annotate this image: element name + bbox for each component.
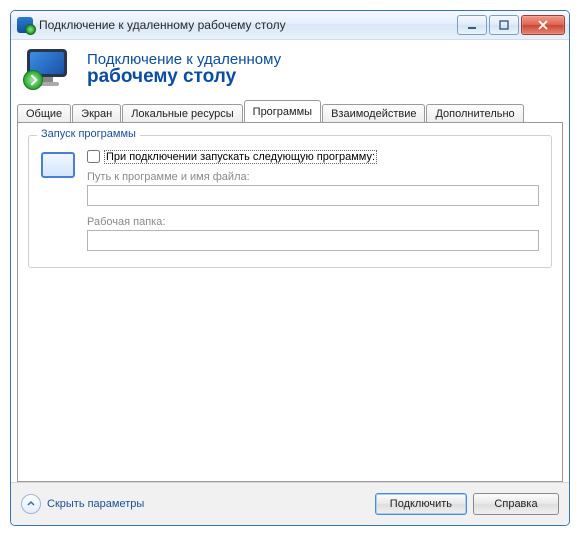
tab-local-resources[interactable]: Локальные ресурсы bbox=[122, 104, 242, 123]
hide-options-label[interactable]: Скрыть параметры bbox=[47, 498, 144, 510]
tab-panel-programs: Запуск программы При подключении запуска… bbox=[17, 122, 563, 482]
header-line-1: Подключение к удаленному bbox=[87, 51, 281, 68]
program-window-icon bbox=[41, 152, 75, 178]
tab-general[interactable]: Общие bbox=[17, 104, 71, 123]
minimize-button[interactable] bbox=[457, 15, 487, 35]
connect-button[interactable]: Подключить bbox=[375, 493, 467, 515]
start-program-checkbox[interactable] bbox=[87, 150, 100, 163]
maximize-button[interactable] bbox=[489, 15, 519, 35]
group-legend: Запуск программы bbox=[37, 128, 140, 140]
working-folder-input[interactable] bbox=[87, 230, 539, 251]
window-title: Подключение к удаленному рабочему столу bbox=[39, 18, 286, 32]
help-button[interactable]: Справка bbox=[473, 493, 559, 515]
tab-display[interactable]: Экран bbox=[72, 104, 121, 123]
group-start-program: Запуск программы При подключении запуска… bbox=[28, 135, 552, 268]
rdp-app-icon bbox=[17, 17, 33, 33]
dialog-window: Подключение к удаленному рабочему столу bbox=[10, 10, 570, 526]
program-path-label: Путь к программе и имя файла: bbox=[87, 171, 539, 183]
chevron-up-icon bbox=[26, 499, 36, 509]
header: Подключение к удаленному рабочему столу bbox=[11, 40, 569, 100]
tab-advanced[interactable]: Дополнительно bbox=[426, 104, 523, 123]
close-button[interactable] bbox=[521, 15, 565, 35]
program-path-input[interactable] bbox=[87, 185, 539, 206]
titlebar[interactable]: Подключение к удаленному рабочему столу bbox=[11, 11, 569, 40]
start-program-checkbox-label[interactable]: При подключении запускать следующую прог… bbox=[105, 151, 376, 163]
tab-programs[interactable]: Программы bbox=[244, 100, 321, 122]
working-folder-label: Рабочая папка: bbox=[87, 216, 539, 228]
hide-options-toggle[interactable] bbox=[21, 494, 41, 514]
tab-experience[interactable]: Взаимодействие bbox=[322, 104, 425, 123]
footer: Скрыть параметры Подключить Справка bbox=[11, 482, 569, 525]
rdp-monitor-icon bbox=[25, 48, 73, 90]
header-line-2: рабочему столу bbox=[87, 66, 281, 88]
tabstrip: Общие Экран Локальные ресурсы Программы … bbox=[11, 100, 569, 122]
